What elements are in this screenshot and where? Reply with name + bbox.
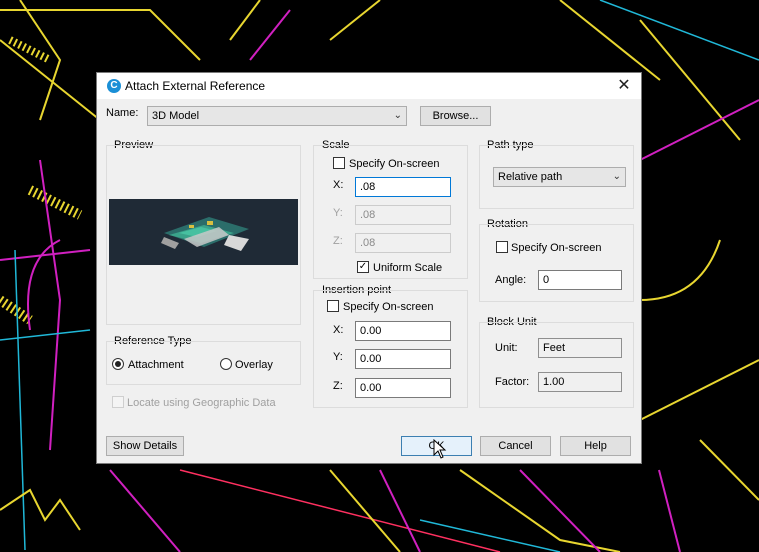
rotation-specify-checkbox[interactable] [496,241,508,253]
scale-y-input[interactable]: .08 [355,205,451,225]
rotation-specify-label: Specify On-screen [511,242,602,254]
name-dropdown-value: 3D Model [152,110,200,122]
dialog-title: Attach External Reference [125,79,266,93]
geographic-data-checkbox[interactable] [112,396,124,408]
scale-x-input[interactable]: .08 [355,177,451,197]
path-type-dropdown[interactable]: Relative path ⌄ [493,167,626,187]
name-label: Name: [106,107,139,119]
insertion-y-label: Y: [333,351,343,363]
browse-button[interactable]: Browse... [420,106,491,126]
attach-external-reference-dialog: C Attach External Reference ✕ Name: 3D M… [96,72,642,464]
scale-specify-label: Specify On-screen [349,158,440,170]
overlay-radio[interactable] [220,358,232,370]
rotation-group [479,224,634,302]
insertion-specify-label: Specify On-screen [343,301,434,313]
attachment-label: Attachment [128,359,184,371]
scale-y-label: Y: [333,207,343,219]
chevron-down-icon: ⌄ [612,171,621,182]
scale-x-label: X: [333,179,344,191]
insertion-z-input[interactable]: 0.00 [355,378,451,398]
insertion-x-label: X: [333,324,344,336]
unit-label: Unit: [495,342,518,354]
autocad-app-icon: C [107,79,121,93]
factor-value: 1.00 [538,372,622,392]
mouse-cursor-icon [433,439,447,459]
geographic-data-label: Locate using Geographic Data [127,397,276,409]
angle-input[interactable]: 0 [538,270,622,290]
uniform-scale-label: Uniform Scale [373,262,443,274]
close-icon[interactable]: ✕ [613,76,635,96]
scale-z-label: Z: [333,235,343,247]
attachment-radio[interactable] [112,358,124,370]
uniform-scale-checkbox[interactable]: ✓ [357,261,369,273]
scale-z-input[interactable]: .08 [355,233,451,253]
overlay-label: Overlay [235,359,273,371]
block-unit-group [479,322,634,408]
insertion-z-label: Z: [333,380,343,392]
angle-label: Angle: [495,274,527,286]
scale-specify-checkbox[interactable] [333,157,345,169]
chevron-down-icon: ⌄ [393,110,402,121]
insertion-x-input[interactable]: 0.00 [355,321,451,341]
unit-value: Feet [538,338,622,358]
preview-image [109,199,298,265]
factor-label: Factor: [495,376,530,388]
show-details-button[interactable]: Show Details [106,436,184,456]
title-bar[interactable]: C Attach External Reference ✕ [97,73,641,99]
cancel-button[interactable]: Cancel [480,436,551,456]
insertion-specify-checkbox[interactable] [327,300,339,312]
path-type-value: Relative path [498,171,563,183]
help-button[interactable]: Help [560,436,631,456]
name-dropdown[interactable]: 3D Model ⌄ [147,106,407,126]
insertion-y-input[interactable]: 0.00 [355,349,451,369]
